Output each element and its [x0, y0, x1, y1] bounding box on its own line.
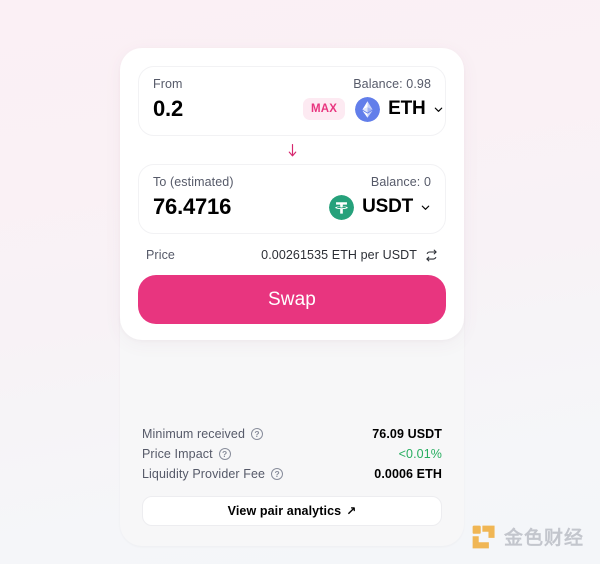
from-balance: Balance: 0.98 — [353, 77, 431, 91]
from-panel-controls: MAX ETH — [303, 96, 444, 122]
detail-label: Liquidity Provider Fee — [142, 466, 266, 481]
chevron-down-icon — [421, 205, 430, 210]
max-button[interactable]: MAX — [303, 98, 346, 120]
from-panel-body: MAX ETH — [153, 94, 442, 124]
detail-value: 76.09 USDT — [372, 426, 442, 441]
from-amount-input[interactable] — [153, 96, 303, 122]
to-panel-body: USDT — [153, 192, 431, 222]
detail-label: Minimum received — [142, 426, 246, 441]
detail-row-liquidity-provider-fee: Liquidity Provider Fee ? 0.0006 ETH — [142, 464, 442, 483]
watermark-text: 金色财经 — [503, 527, 584, 549]
to-token-select[interactable]: USDT — [329, 194, 431, 220]
price-label: Price — [146, 248, 175, 262]
question-circle-icon[interactable]: ? — [251, 427, 264, 440]
detail-row-price-impact: Price Impact ? <0.01% — [142, 444, 442, 463]
tether-icon — [329, 194, 355, 220]
price-row: Price 0.00261535 ETH per USDT — [138, 234, 446, 275]
question-circle-icon[interactable]: ? — [218, 447, 231, 460]
detail-label-group: Price Impact ? — [142, 447, 231, 461]
swap-widget: Minimum received ? 76.09 USDT Price Impa… — [120, 48, 464, 546]
to-panel-header: To (estimated) Balance: 0 — [153, 175, 431, 189]
from-panel-header: From Balance: 0.98 — [153, 77, 431, 91]
to-panel-controls: USDT — [329, 194, 431, 220]
price-value-group: 0.00261535 ETH per USDT — [261, 248, 438, 262]
arrow-up-right-icon: ↗ — [346, 504, 357, 518]
question-circle-icon[interactable]: ? — [271, 467, 284, 480]
to-label: To (estimated) — [153, 175, 234, 189]
price-value: 0.00261535 ETH per USDT — [261, 248, 417, 262]
detail-row-minimum-received: Minimum received ? 76.09 USDT — [142, 424, 442, 443]
watermark: 金色财经 — [471, 523, 584, 550]
from-label: From — [153, 77, 183, 91]
detail-label: Price Impact — [142, 446, 213, 461]
to-token-symbol: USDT — [362, 196, 413, 217]
arrow-down-icon[interactable] — [286, 143, 299, 158]
view-pair-analytics-button[interactable]: View pair analytics ↗ — [142, 496, 442, 526]
swap-direction-row — [138, 136, 446, 164]
from-currency-panel: From Balance: 0.98 MAX — [138, 66, 446, 136]
detail-label-group: Liquidity Provider Fee ? — [142, 466, 284, 481]
from-token-symbol: ETH — [388, 98, 426, 119]
to-amount-input[interactable] — [153, 194, 303, 220]
swap-button[interactable]: Swap — [138, 275, 446, 324]
detail-value: 0.0006 ETH — [374, 466, 442, 481]
from-token-select[interactable]: ETH — [355, 96, 443, 122]
jinse-logo-icon — [472, 525, 495, 548]
chevron-down-icon — [434, 107, 442, 112]
view-pair-analytics-label: View pair analytics — [227, 504, 342, 518]
to-balance: Balance: 0 — [370, 175, 431, 189]
swap-refresh-icon[interactable] — [425, 249, 438, 262]
to-currency-panel: To (estimated) Balance: 0 USDT — [138, 164, 446, 234]
swap-card: From Balance: 0.98 MAX — [120, 48, 464, 340]
ethereum-icon — [355, 96, 381, 122]
detail-value: <0.01% — [398, 446, 442, 461]
detail-label-group: Minimum received ? — [142, 426, 264, 441]
